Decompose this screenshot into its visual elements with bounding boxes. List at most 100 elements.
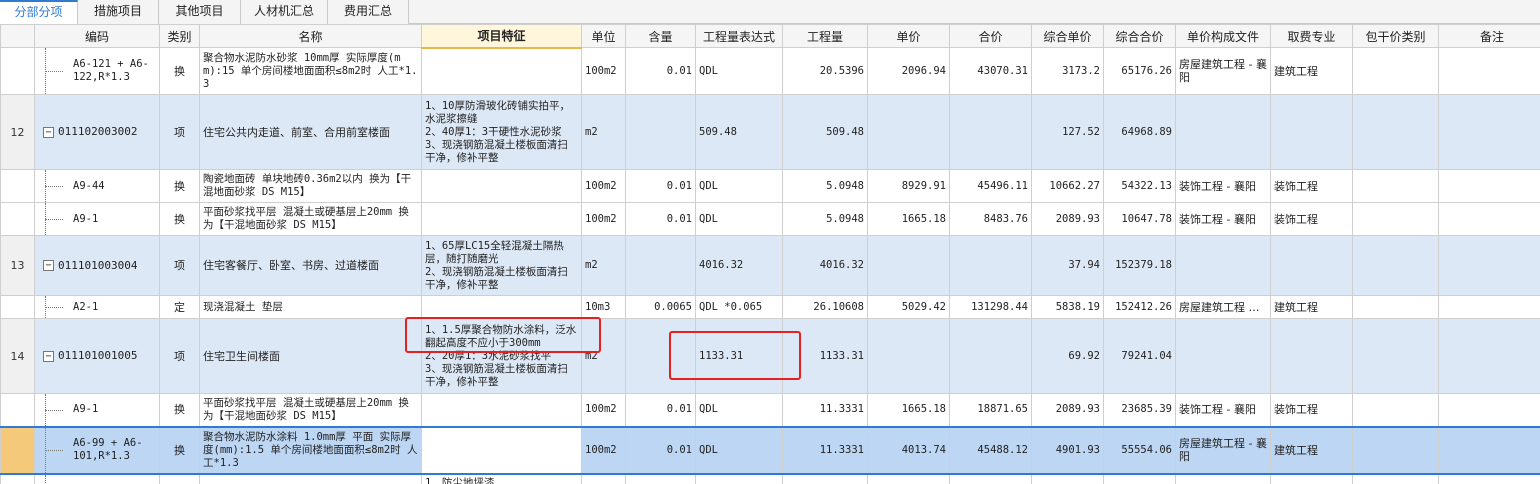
feature-cell[interactable]: 1、1.5厚聚合物防水涂料，泛水翻起高度不应小于300mm 2、20厚1：3水泥…	[421, 318, 582, 394]
total-cell[interactable]: 45496.11	[949, 169, 1032, 203]
comp-total-cell[interactable]: 23685.39	[1103, 393, 1176, 427]
qty-cell[interactable]: 1133.31	[782, 318, 868, 394]
comp-price-cell[interactable]	[1031, 473, 1104, 484]
qty-cell[interactable]: 509.48	[782, 94, 868, 170]
code-cell[interactable]: A9-1	[34, 393, 160, 427]
ratio-cell[interactable]	[625, 318, 696, 394]
qty-cell[interactable]: 4016.32	[782, 235, 868, 296]
comp-total-cell[interactable]: 54322.13	[1103, 169, 1176, 203]
unit-cell[interactable]: 100m2	[581, 202, 626, 236]
collapse-icon[interactable]: −	[43, 350, 54, 362]
tab-qita[interactable]: 其他项目	[159, 0, 241, 24]
code-cell[interactable]: −011101003004	[34, 235, 160, 296]
qty-header[interactable]: 工程量	[782, 24, 868, 48]
price-file-cell[interactable]	[1175, 94, 1271, 170]
expr-cell[interactable]	[695, 473, 783, 484]
price-cell[interactable]: 5029.42	[867, 295, 950, 319]
expr-cell[interactable]: QDL	[695, 202, 783, 236]
lump-cell[interactable]	[1352, 202, 1439, 236]
row-number[interactable]	[0, 202, 35, 236]
price-file-cell[interactable]: 装饰工程 - 襄阳	[1175, 393, 1271, 427]
quota-row[interactable]: A9-1 换平面砂浆找平层 混凝土或硬基层上20mm 换为【干混地面砂浆 DS M…	[0, 393, 1540, 427]
name-cell[interactable]: 平面砂浆找平层 混凝土或硬基层上20mm 换为【干混地面砂浆 DS M15】	[199, 202, 422, 236]
type-cell[interactable]: 项	[159, 235, 200, 296]
price-cell[interactable]: 1665.18	[867, 393, 950, 427]
name-cell[interactable]: 住宅公共内走道、前室、合用前室楼面	[199, 94, 422, 170]
unit-cell[interactable]: m2	[581, 94, 626, 170]
feature-cell[interactable]: 1、65厚LC15全轻混凝土隔热层，随打随磨光 2、现浇钢筋混凝土楼板面清扫干净…	[421, 235, 582, 296]
code-header[interactable]: 编码	[34, 24, 160, 48]
lump-cell[interactable]	[1352, 94, 1439, 170]
total-cell[interactable]: 43070.31	[949, 47, 1032, 95]
fee-type-cell[interactable]	[1270, 318, 1353, 394]
total-cell[interactable]: 18871.65	[949, 393, 1032, 427]
comp-price-cell[interactable]: 2089.93	[1031, 393, 1104, 427]
quota-row[interactable]: 1、防尘地坪漆	[0, 473, 1540, 484]
row-number[interactable]: 12	[0, 94, 35, 170]
price-cell[interactable]: 4013.74	[867, 425, 950, 475]
qty-cell[interactable]: 5.0948	[782, 202, 868, 236]
quota-row[interactable]: A9-1 换平面砂浆找平层 混凝土或硬基层上20mm 换为【干混地面砂浆 DS M…	[0, 202, 1540, 236]
comp-total-cell[interactable]	[1103, 473, 1176, 484]
feature-cell[interactable]	[421, 47, 582, 95]
tab-rencaiji[interactable]: 人材机汇总	[241, 0, 328, 24]
feature-cell[interactable]: 1、10厚防滑玻化砖铺实拍平，水泥浆擦缝 2、40厚1：3干硬性水泥砂浆 3、现…	[421, 94, 582, 170]
total-cell[interactable]	[949, 473, 1032, 484]
comp-total-cell[interactable]: 152379.18	[1103, 235, 1176, 296]
ratio-cell[interactable]	[625, 94, 696, 170]
lump-cell[interactable]	[1352, 425, 1439, 475]
expr-cell[interactable]: 509.48	[695, 94, 783, 170]
fee-type-cell[interactable]: 装饰工程	[1270, 202, 1353, 236]
total-cell[interactable]: 8483.76	[949, 202, 1032, 236]
quota-row[interactable]: A6-121 + A6-122,R*1.3 换聚合物水泥防水砂浆 10mm厚 实际…	[0, 47, 1540, 95]
type-cell[interactable]: 换	[159, 202, 200, 236]
remark-cell[interactable]	[1438, 473, 1540, 484]
expr-cell[interactable]: QDL	[695, 169, 783, 203]
unit-cell[interactable]: 100m2	[581, 393, 626, 427]
fee-type-cell[interactable]: 装饰工程	[1270, 393, 1353, 427]
name-cell[interactable]: 住宅卫生间楼面	[199, 318, 422, 394]
feature-cell[interactable]: 1、防尘地坪漆	[421, 473, 582, 484]
price-file-cell[interactable]: 装饰工程 - 襄阳	[1175, 169, 1271, 203]
row-number[interactable]	[0, 393, 35, 427]
unit-cell[interactable]: 10m3	[581, 295, 626, 319]
price-file-cell[interactable]: 房屋建筑工程 …	[1175, 295, 1271, 319]
tab-cuoshi[interactable]: 措施项目	[78, 0, 159, 24]
code-cell[interactable]: A9-1	[34, 202, 160, 236]
feature-cell[interactable]	[421, 169, 582, 203]
unit-cell[interactable]: 100m2	[581, 425, 626, 475]
ratio-cell[interactable]	[625, 235, 696, 296]
comp-price-cell[interactable]: 127.52	[1031, 94, 1104, 170]
fee-type-header[interactable]: 取费专业	[1270, 24, 1353, 48]
name-cell[interactable]: 住宅客餐厅、卧室、书房、过道楼面	[199, 235, 422, 296]
row-number[interactable]: 13	[0, 235, 35, 296]
unit-cell[interactable]: m2	[581, 235, 626, 296]
price-cell[interactable]	[867, 473, 950, 484]
price-file-cell[interactable]	[1175, 318, 1271, 394]
price-cell[interactable]: 2096.94	[867, 47, 950, 95]
fee-type-cell[interactable]	[1270, 94, 1353, 170]
ratio-header[interactable]: 含量	[625, 24, 696, 48]
feature-cell[interactable]	[421, 393, 582, 427]
unit-cell[interactable]: 100m2	[581, 47, 626, 95]
type-cell[interactable]: 项	[159, 318, 200, 394]
comp-price-cell[interactable]: 69.92	[1031, 318, 1104, 394]
lump-cell[interactable]	[1352, 235, 1439, 296]
ratio-cell[interactable]: 0.0065	[625, 295, 696, 319]
qty-cell[interactable]: 26.10608	[782, 295, 868, 319]
feature-cell[interactable]	[421, 425, 582, 475]
row-number[interactable]	[0, 425, 35, 475]
total-cell[interactable]	[949, 318, 1032, 394]
fee-type-cell[interactable]	[1270, 235, 1353, 296]
bill-item-row[interactable]: 12−011102003002 项住宅公共内走道、前室、合用前室楼面 1、10厚防滑…	[0, 94, 1540, 170]
comp-total-header[interactable]: 综合合价	[1103, 24, 1176, 48]
name-cell[interactable]: 平面砂浆找平层 混凝土或硬基层上20mm 换为【干混地面砂浆 DS M15】	[199, 393, 422, 427]
name-header[interactable]: 名称	[199, 24, 422, 48]
total-cell[interactable]	[949, 94, 1032, 170]
type-header[interactable]: 类别	[159, 24, 200, 48]
fee-type-cell[interactable]: 建筑工程	[1270, 295, 1353, 319]
lump-cell[interactable]	[1352, 169, 1439, 203]
qty-cell[interactable]: 20.5396	[782, 47, 868, 95]
bill-item-row[interactable]: 13−011101003004 项住宅客餐厅、卧室、书房、过道楼面 1、65厚LC1…	[0, 235, 1540, 296]
lump-cell[interactable]	[1352, 295, 1439, 319]
